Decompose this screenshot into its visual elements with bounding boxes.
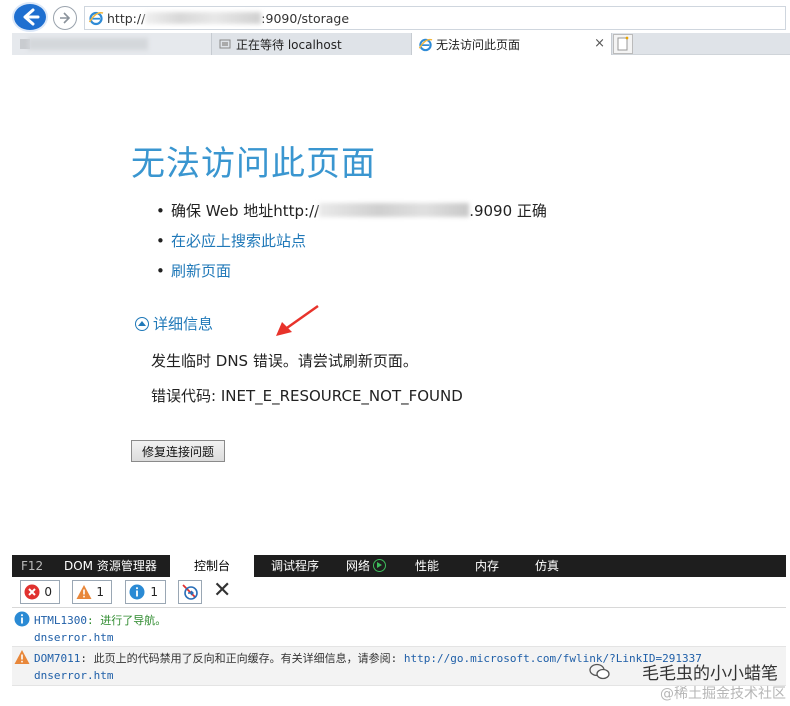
console-message-info: HTML1300: 进行了导航。 dnserror.htm bbox=[12, 609, 786, 647]
url-field[interactable]: http://:9090/storage bbox=[84, 6, 786, 30]
watermark: 毛毛虫的小小蜡笔 @稀土掘金技术社区 bbox=[583, 655, 790, 705]
info-icon bbox=[14, 611, 30, 627]
suggestion-list: • 确保 Web 地址http://.9090 正确 • 在必应上搜索此站点 • 刷新… bbox=[156, 200, 547, 290]
f12-label: F12 bbox=[21, 559, 44, 573]
tab-memory[interactable]: 内存 bbox=[475, 555, 499, 577]
warnings-filter-button[interactable]: 1 bbox=[72, 580, 112, 604]
warning-icon bbox=[14, 650, 30, 664]
tab-network[interactable]: 网络 bbox=[346, 555, 387, 577]
check-url-text: 确保 Web 地址http://.9090 正确 bbox=[171, 202, 547, 220]
info-icon bbox=[129, 584, 145, 600]
tab-redacted[interactable] bbox=[12, 33, 212, 55]
forward-arrow-icon bbox=[60, 12, 71, 24]
message-code: HTML1300 bbox=[34, 614, 87, 627]
details-toggle[interactable]: 详细信息 bbox=[135, 313, 213, 334]
error-code: 错误代码: INET_E_RESOURCE_NOT_FOUND bbox=[151, 387, 463, 405]
redacted-host bbox=[145, 12, 262, 24]
watermark-site: @稀土掘金技术社区 bbox=[660, 686, 786, 702]
message-source-link[interactable]: dnserror.htm bbox=[34, 669, 113, 682]
error-icon bbox=[24, 584, 40, 600]
tab-error-page[interactable]: 无法访问此页面 × bbox=[412, 33, 612, 55]
tab-dom-explorer[interactable]: DOM 资源管理器 bbox=[64, 555, 157, 577]
watermark-author: 毛毛虫的小小蜡笔 bbox=[642, 664, 778, 684]
info-filter-button[interactable]: 1 bbox=[125, 580, 166, 604]
address-bar: http://:9090/storage bbox=[0, 0, 790, 33]
tab-performance[interactable]: 性能 bbox=[415, 555, 439, 577]
list-item: • 确保 Web 地址http://.9090 正确 bbox=[156, 202, 547, 220]
collapse-up-icon bbox=[135, 317, 149, 331]
message-text: : 此页上的代码禁用了反向和正向缓存。有关详细信息，请参阅: bbox=[80, 652, 404, 665]
tab-label: 正在等待 localhost bbox=[236, 38, 342, 52]
page-title: 无法访问此页面 bbox=[131, 144, 376, 184]
clear-on-navigate-button[interactable] bbox=[178, 580, 202, 604]
clear-console-icon[interactable]: ✕ bbox=[213, 578, 231, 604]
new-tab-icon bbox=[617, 36, 629, 51]
forward-button[interactable] bbox=[53, 6, 77, 30]
refresh-link[interactable]: 刷新页面 bbox=[171, 262, 231, 280]
close-tab-icon[interactable]: × bbox=[594, 36, 605, 51]
clear-console-icon bbox=[182, 584, 198, 600]
list-item: • 刷新页面 bbox=[156, 262, 232, 280]
devtools-tab-bar: F12 DOM 资源管理器 控制台 调试程序 网络 性能 内存 仿真 bbox=[12, 555, 786, 577]
message-source-link[interactable]: dnserror.htm bbox=[34, 631, 113, 644]
annotation-arrow-icon bbox=[276, 304, 319, 336]
loading-icon bbox=[219, 39, 231, 49]
errors-filter-button[interactable]: 0 bbox=[20, 580, 60, 604]
warning-icon bbox=[76, 585, 92, 599]
fix-connection-button[interactable]: 修复连接问题 bbox=[131, 440, 225, 462]
list-item: • 在必应上搜索此站点 bbox=[156, 232, 307, 250]
ie-logo-icon bbox=[88, 11, 104, 26]
tab-debugger[interactable]: 调试程序 bbox=[271, 555, 319, 577]
new-tab-button[interactable] bbox=[613, 34, 633, 54]
tab-emulation[interactable]: 仿真 bbox=[535, 555, 559, 577]
ie-logo-icon bbox=[418, 38, 433, 52]
detail-message: 发生临时 DNS 错误。请尝试刷新页面。 bbox=[151, 352, 418, 370]
url-text: http://:9090/storage bbox=[107, 11, 350, 26]
bing-search-link[interactable]: 在必应上搜索此站点 bbox=[171, 232, 306, 250]
redacted-tab-title bbox=[28, 38, 148, 50]
play-icon[interactable] bbox=[373, 559, 387, 572]
redacted-host bbox=[319, 203, 470, 217]
back-arrow-icon bbox=[23, 8, 40, 26]
message-code: DOM7011 bbox=[34, 652, 81, 665]
console-toolbar: 0 1 1 ✕ bbox=[12, 577, 786, 608]
back-button[interactable] bbox=[12, 2, 48, 32]
tab-console[interactable]: 控制台 bbox=[170, 555, 254, 577]
tab-loading[interactable]: 正在等待 localhost bbox=[212, 33, 412, 55]
tab-label: 无法访问此页面 bbox=[436, 38, 521, 52]
message-text: : 进行了导航。 bbox=[86, 614, 167, 627]
tab-strip: 正在等待 localhost 无法访问此页面 × bbox=[12, 33, 790, 55]
wechat-logo-icon bbox=[589, 663, 610, 680]
